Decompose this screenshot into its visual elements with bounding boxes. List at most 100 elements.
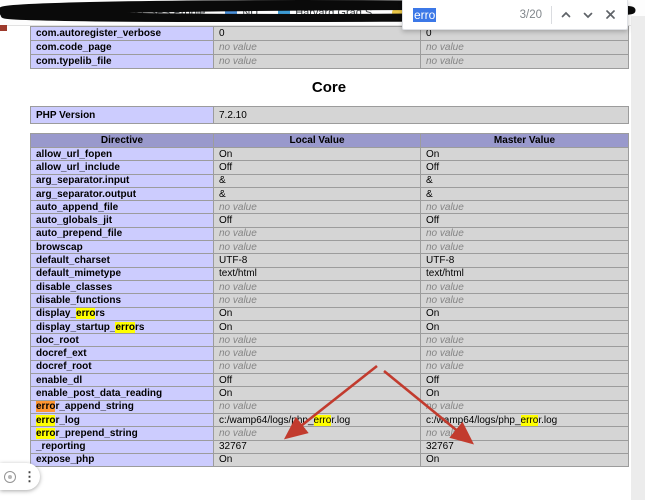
scrollbar[interactable] bbox=[631, 16, 645, 500]
master-value-cell: Off bbox=[421, 161, 629, 174]
find-divider bbox=[551, 6, 552, 24]
find-previous-button[interactable] bbox=[555, 3, 577, 27]
master-value-cell: no value bbox=[421, 347, 629, 360]
master-value-cell: no value bbox=[421, 360, 629, 373]
site-favicon-blue bbox=[225, 7, 237, 19]
directive-cell: default_charset bbox=[31, 254, 214, 267]
php-version-table: PHP Version 7.2.10 bbox=[30, 106, 629, 124]
master-value-cell: no value bbox=[421, 294, 629, 307]
find-highlight: erro bbox=[76, 308, 95, 319]
directive-cell: error_append_string bbox=[31, 400, 214, 413]
directive-cell: disable_classes bbox=[31, 280, 214, 293]
find-highlight: erro bbox=[36, 401, 55, 412]
directive-cell: error_log bbox=[31, 413, 214, 426]
table-row: _reporting3276732767 bbox=[31, 440, 629, 453]
directive-cell: arg_separator.output bbox=[31, 187, 214, 200]
value-cell: 7.2.10 bbox=[214, 107, 629, 124]
close-icon bbox=[605, 9, 616, 20]
local-value-cell: no value bbox=[214, 427, 421, 440]
page-title: Core bbox=[30, 79, 628, 96]
directive-cell: auto_prepend_file bbox=[31, 227, 214, 240]
master-value-cell: On bbox=[421, 148, 629, 161]
directive-cell: docref_ext bbox=[31, 347, 214, 360]
master-value-cell: 32767 bbox=[421, 440, 629, 453]
directive-cell: allow_url_fopen bbox=[31, 148, 214, 161]
table-header-row: Directive Local Value Master Value bbox=[31, 134, 629, 148]
local-value-cell: no value bbox=[214, 41, 421, 55]
table-row: error_logc:/wamp64/logs/php_error.logc:/… bbox=[31, 413, 629, 426]
table-row: com.code_pageno valueno value bbox=[31, 41, 629, 55]
master-value-cell: On bbox=[421, 453, 629, 466]
bookmark-label: Harvard Grad S bbox=[295, 7, 372, 19]
master-value-cell: Off bbox=[421, 214, 629, 227]
directive-cell: arg_separator.input bbox=[31, 174, 214, 187]
directive-cell: doc_root bbox=[31, 334, 214, 347]
chevron-up-icon bbox=[560, 9, 572, 21]
master-value-cell: no value bbox=[421, 400, 629, 413]
local-value-cell: no value bbox=[214, 360, 421, 373]
master-value-cell: no value bbox=[421, 241, 629, 254]
target-circle-icon[interactable] bbox=[4, 471, 16, 483]
find-input[interactable]: erro bbox=[413, 8, 520, 22]
master-value-cell: & bbox=[421, 174, 629, 187]
local-value-cell: 32767 bbox=[214, 440, 421, 453]
chevron-down-icon bbox=[582, 9, 594, 21]
find-next-button[interactable] bbox=[577, 3, 599, 27]
directive-cell: com.code_page bbox=[31, 41, 214, 55]
table-row: disable_functionsno valueno value bbox=[31, 294, 629, 307]
directive-cell: auto_append_file bbox=[31, 201, 214, 214]
table-row: docref_rootno valueno value bbox=[31, 360, 629, 373]
kebab-menu-icon[interactable] bbox=[23, 470, 36, 483]
table-row: default_mimetypetext/htmltext/html bbox=[31, 267, 629, 280]
find-highlight: erro bbox=[521, 415, 539, 426]
local-value-cell: no value bbox=[214, 347, 421, 360]
find-bar: erro 3/20 bbox=[402, 0, 628, 30]
directive-cell: enable_dl bbox=[31, 374, 214, 387]
master-value-cell: no value bbox=[421, 41, 629, 55]
table-row: auto_globals_jitOffOff bbox=[31, 214, 629, 227]
bookmark-item[interactable]: CSFS - CSFS Proble bbox=[86, 6, 205, 19]
local-value-cell: Off bbox=[214, 374, 421, 387]
local-value-cell: no value bbox=[214, 55, 421, 69]
table-row: enable_dlOffOff bbox=[31, 374, 629, 387]
directive-cell: expose_php bbox=[31, 453, 214, 466]
local-value-cell: On bbox=[214, 453, 421, 466]
bookmark-item[interactable]: Harvard Grad S bbox=[278, 7, 372, 19]
master-value-cell: & bbox=[421, 187, 629, 200]
local-value-cell: c:/wamp64/logs/php_error.log bbox=[214, 413, 421, 426]
master-value-cell: no value bbox=[421, 201, 629, 214]
find-close-button[interactable] bbox=[599, 3, 621, 27]
directive-cell: allow_url_include bbox=[31, 161, 214, 174]
partial-favicon bbox=[0, 25, 7, 31]
local-value-cell: no value bbox=[214, 227, 421, 240]
directive-cell: default_mimetype bbox=[31, 267, 214, 280]
table-row: allow_url_includeOffOff bbox=[31, 161, 629, 174]
table-row: error_append_stringno valueno value bbox=[31, 400, 629, 413]
master-value-cell: Off bbox=[421, 374, 629, 387]
table-row: auto_append_fileno valueno value bbox=[31, 201, 629, 214]
local-value-cell: text/html bbox=[214, 267, 421, 280]
table-row: PHP Version 7.2.10 bbox=[31, 107, 629, 124]
directive-cell: error_prepend_string bbox=[31, 427, 214, 440]
doc-icon bbox=[86, 6, 97, 19]
table-row: arg_separator.input&& bbox=[31, 174, 629, 187]
master-value-cell: no value bbox=[421, 227, 629, 240]
master-value-cell: no value bbox=[421, 55, 629, 69]
directive-cell: display_errors bbox=[31, 307, 214, 320]
master-value-cell: On bbox=[421, 387, 629, 400]
site-favicon-teal bbox=[278, 7, 290, 19]
table-row: expose_phpOnOn bbox=[31, 453, 629, 466]
local-value-cell: & bbox=[214, 174, 421, 187]
master-value-cell: On bbox=[421, 320, 629, 333]
bookmark-item[interactable]: NU bbox=[225, 7, 258, 19]
local-value-cell: no value bbox=[214, 280, 421, 293]
directive-cell: com.typelib_file bbox=[31, 55, 214, 69]
master-value-cell: On bbox=[421, 307, 629, 320]
directive-cell: auto_globals_jit bbox=[31, 214, 214, 227]
local-value-cell: On bbox=[214, 320, 421, 333]
table-row: display_startup_errorsOnOn bbox=[31, 320, 629, 333]
find-highlight: erro bbox=[36, 428, 55, 439]
find-match-count: 3/20 bbox=[520, 9, 542, 21]
directive-cell: docref_root bbox=[31, 360, 214, 373]
local-value-cell: no value bbox=[214, 201, 421, 214]
